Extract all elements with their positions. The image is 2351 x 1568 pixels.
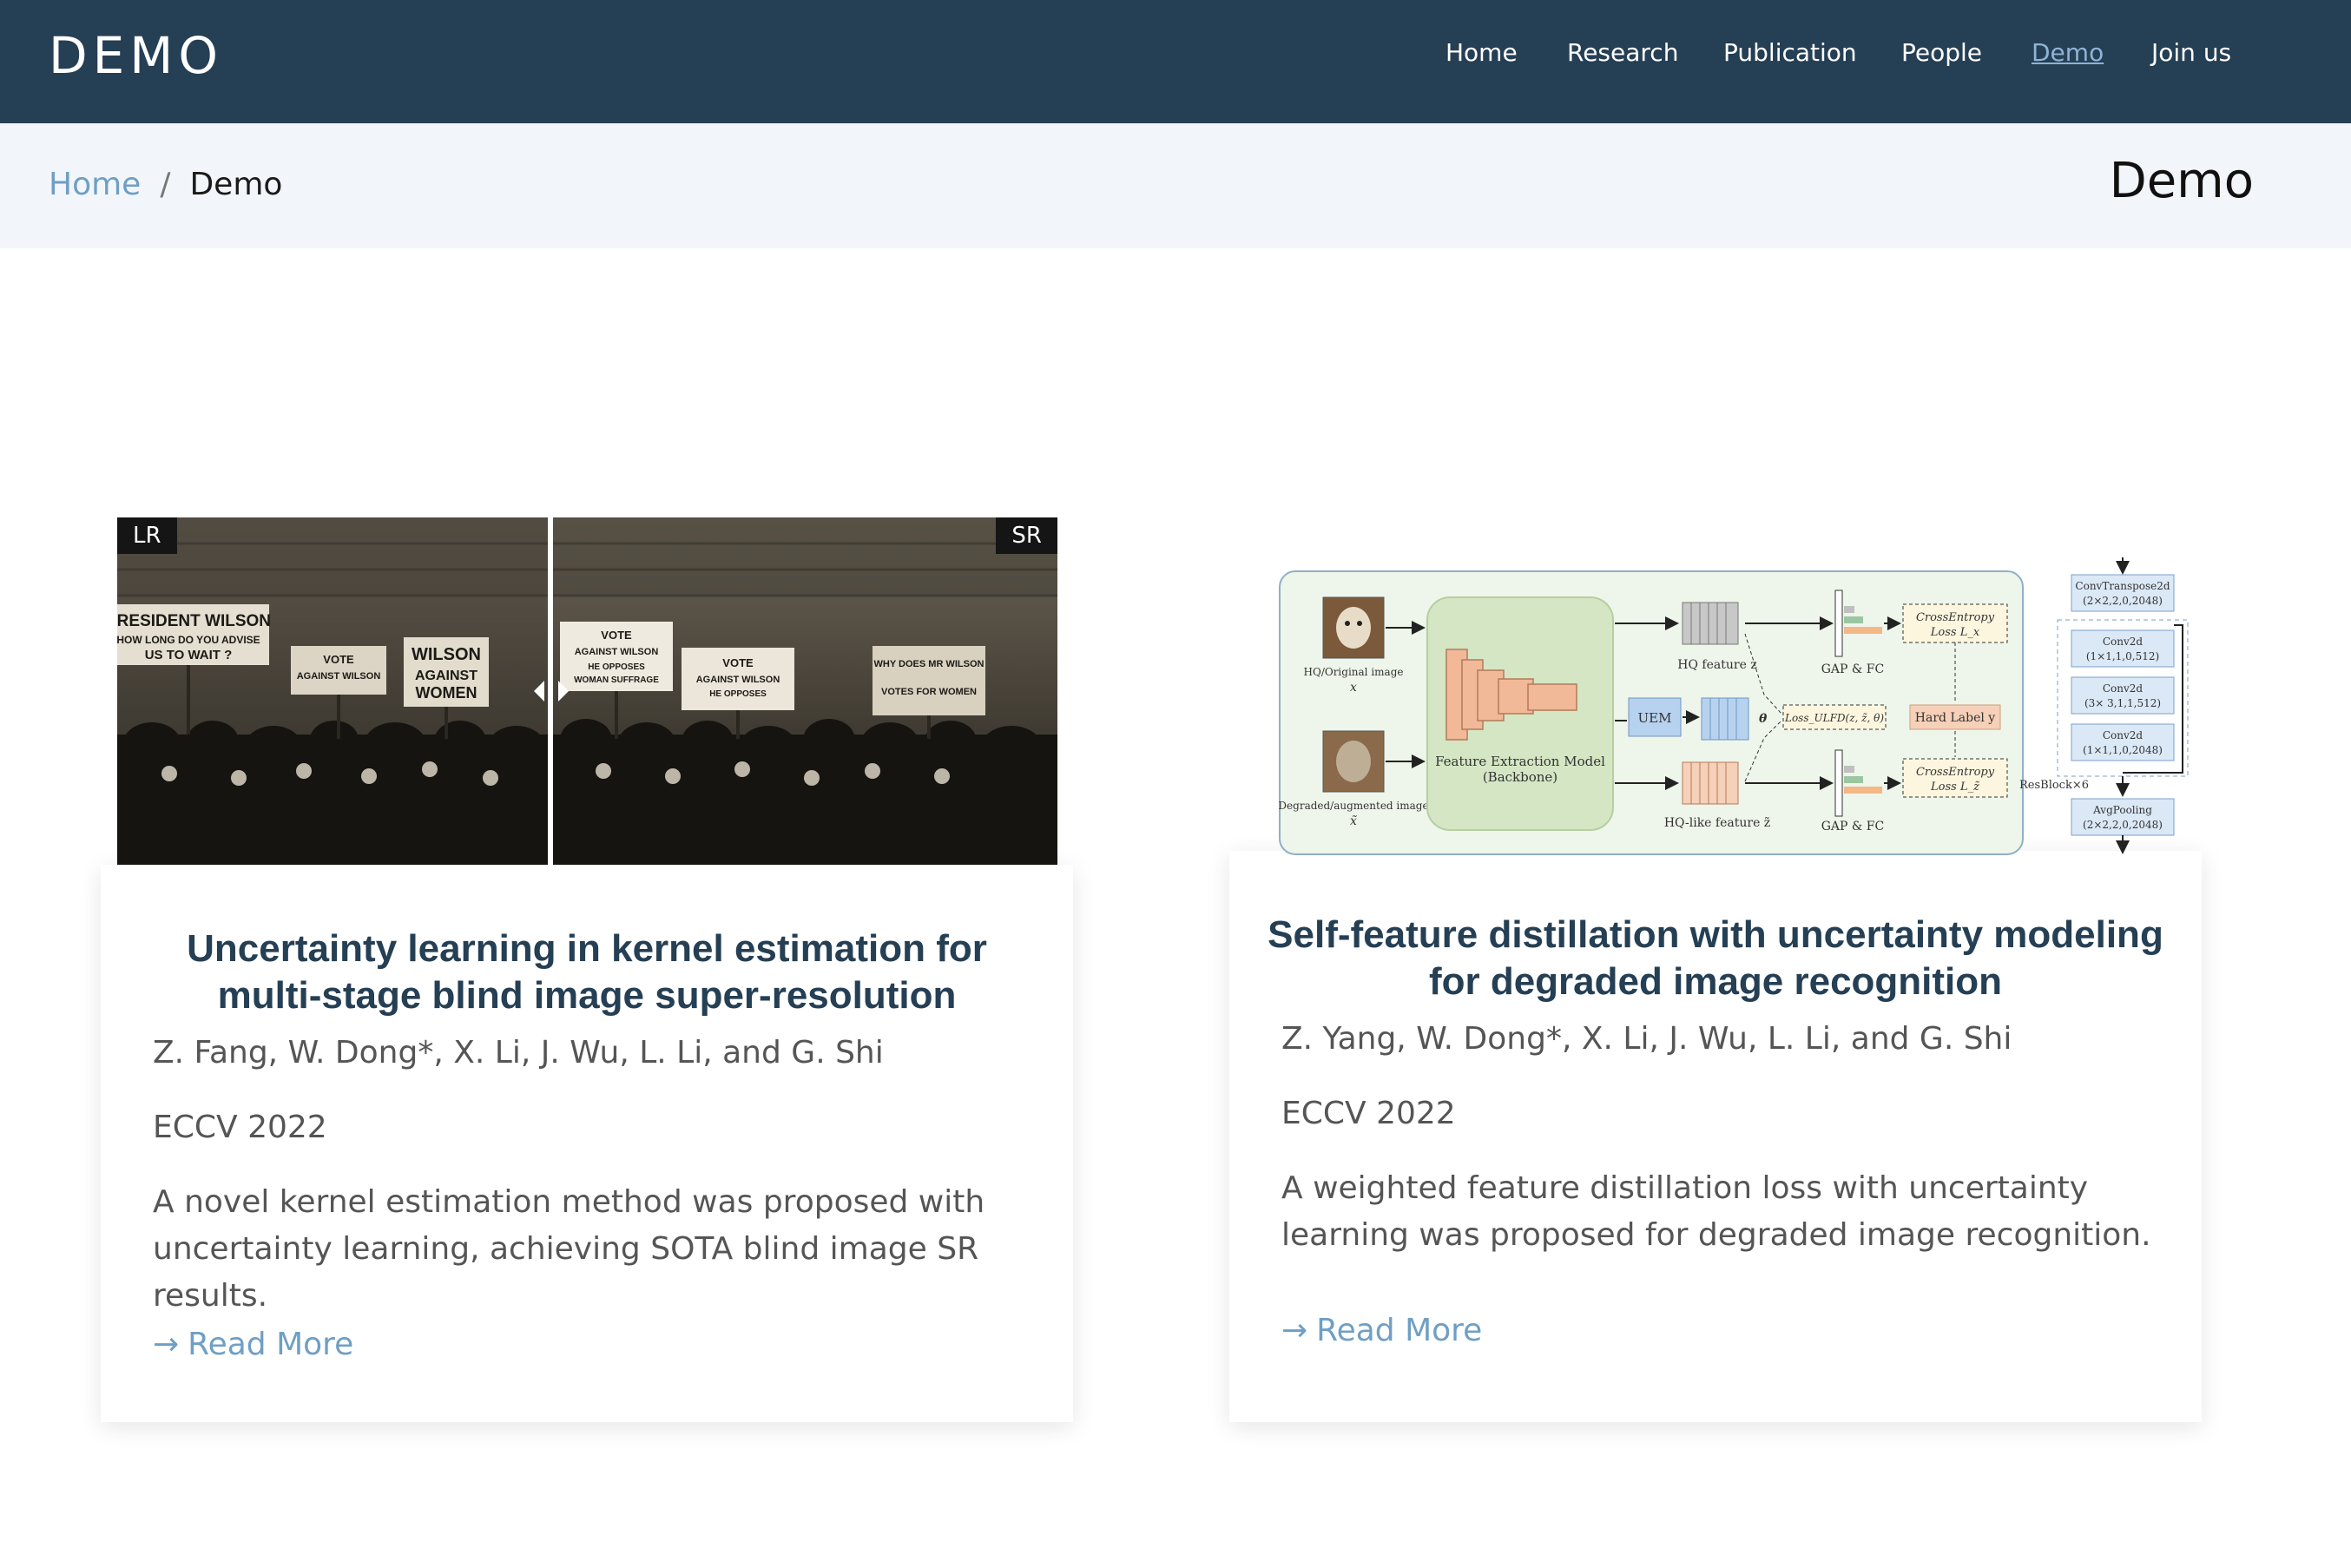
diagram-label: HQ/Original image xyxy=(1304,666,1404,678)
sign-text: HE OPPOSES xyxy=(588,662,645,672)
nav-join-us[interactable]: Join us xyxy=(2151,38,2231,67)
read-more-link[interactable]: → Read More xyxy=(153,1327,353,1362)
sign-text: VOTE xyxy=(722,656,754,669)
diagram-label: Conv2d xyxy=(2103,636,2144,648)
read-more-label: Read More xyxy=(1316,1313,1483,1348)
sign-text: VOTES FOR WOMEN xyxy=(881,687,977,697)
page-title: Demo xyxy=(2109,153,2254,209)
sign-text: VOTE xyxy=(601,629,632,642)
diagram-label: x̃ xyxy=(1350,814,1357,828)
diagram-label: (Backbone) xyxy=(1483,769,1557,785)
nav-people[interactable]: People xyxy=(1901,38,1982,67)
card-description: A novel kernel estimation method was pro… xyxy=(153,1184,985,1314)
diagram-label: ConvTranspose2d xyxy=(2075,580,2170,592)
card-authors: Z. Yang, W. Dong*, X. Li, J. Wu, L. Li, … xyxy=(1281,1021,2012,1057)
diagram-label: Degraded/augmented image xyxy=(1278,800,1428,812)
nav-home[interactable]: Home xyxy=(1446,38,1518,67)
sign-text: HE OPPOSES xyxy=(709,689,767,699)
diagram-label: (2×2,2,0,2048) xyxy=(2083,595,2163,607)
sign-text: AGAINST xyxy=(415,669,477,683)
demo-card-2: Self-feature distillation with uncertain… xyxy=(1229,851,2202,1422)
sign-text: VOTE xyxy=(323,653,354,666)
card-venue: ECCV 2022 xyxy=(1281,1096,1456,1131)
card-venue: ECCV 2022 xyxy=(153,1110,327,1145)
diagram-label: (3× 3,1,1,512) xyxy=(2084,697,2161,709)
diagram-label: Feature Extraction Model xyxy=(1435,754,1605,769)
diagram-label: CrossEntropy xyxy=(1916,766,1995,779)
protest-photo: PRESIDENT WILSON HOW LONG DO YOU ADVISE … xyxy=(117,517,1057,865)
diagram-label: Hard Label y xyxy=(1915,711,1995,725)
top-navbar: DEMO Home Research Publication People De… xyxy=(0,0,2351,123)
sign-text: WILSON xyxy=(412,645,481,664)
card-title[interactable]: Uncertainty learning in kernel estimatio… xyxy=(135,926,1038,1019)
sign-text: WOMAN SUFFRAGE xyxy=(574,675,659,685)
diagram-label: Loss_ULFD(z, z̃, θ) xyxy=(1784,712,1884,724)
sr-label: SR xyxy=(996,517,1057,554)
diagram-label: CrossEntropy xyxy=(1916,611,1995,624)
diagram-label: (2×2,2,0,2048) xyxy=(2083,819,2163,831)
sign-text: WHY DOES MR WILSON xyxy=(874,659,985,669)
sign-text: AGAINST WILSON xyxy=(575,647,659,657)
lr-label: LR xyxy=(117,517,177,554)
card-description: A weighted feature distillation loss wit… xyxy=(1281,1170,2151,1253)
diagram-label: GAP & FC xyxy=(1821,820,1885,833)
diagram-label: Loss L_x xyxy=(1930,626,1980,639)
diagram-label: (1×1,1,0,512) xyxy=(2086,650,2159,662)
diagram-label: HQ-like feature z̃ xyxy=(1664,816,1770,830)
read-more-label: Read More xyxy=(188,1327,354,1362)
breadcrumb-current: Demo xyxy=(189,167,283,202)
diagram-label: AvgPooling xyxy=(2092,804,2152,816)
lr-sr-comparison-slider[interactable]: PRESIDENT WILSON HOW LONG DO YOU ADVISE … xyxy=(117,517,1057,865)
nav-publication[interactable]: Publication xyxy=(1723,38,1857,67)
brand-logo[interactable]: DEMO xyxy=(49,26,223,85)
diagram-label: θ xyxy=(1759,712,1768,726)
diagram-label: Conv2d xyxy=(2103,682,2144,695)
diagram-label: x xyxy=(1350,681,1357,695)
arrow-right-icon: → xyxy=(153,1327,180,1362)
nav-demo[interactable]: Demo xyxy=(2032,38,2104,67)
nav-research[interactable]: Research xyxy=(1567,38,1678,67)
diagram-label: Conv2d xyxy=(2103,729,2144,741)
sign-text: PRESIDENT WILSON xyxy=(117,612,271,630)
demo-card-1: Uncertainty learning in kernel estimatio… xyxy=(101,865,1073,1422)
diagram-label: (1×1,1,0,2048) xyxy=(2083,744,2163,756)
breadcrumb: Home / Demo xyxy=(49,167,282,202)
sign-text: US TO WAIT ? xyxy=(145,648,233,662)
breadcrumb-home-link[interactable]: Home xyxy=(49,167,141,202)
diagram-label: Loss L_z̃ xyxy=(1930,781,1979,794)
breadcrumb-bar: Home / Demo Demo xyxy=(0,123,2351,248)
diagram-label: ResBlock×6 xyxy=(2019,779,2089,792)
card-authors: Z. Fang, W. Dong*, X. Li, J. Wu, L. Li, … xyxy=(153,1035,884,1071)
architecture-diagram: HQ/Original image x Degraded/augmented i… xyxy=(1276,486,2205,860)
slider-handle-icon[interactable] xyxy=(530,672,572,710)
sign-text: AGAINST WILSON xyxy=(696,675,780,685)
breadcrumb-separator: / xyxy=(160,167,171,202)
read-more-link[interactable]: → Read More xyxy=(1281,1313,1482,1348)
diagram-label: GAP & FC xyxy=(1821,662,1885,676)
sign-text: HOW LONG DO YOU ADVISE xyxy=(117,634,260,646)
arrow-right-icon: → xyxy=(1281,1313,1308,1348)
sign-text: WOMEN xyxy=(416,684,477,702)
card-title[interactable]: Self-feature distillation with uncertain… xyxy=(1264,912,2167,1005)
diagram-label: HQ feature z xyxy=(1677,658,1756,672)
sign-text: AGAINST WILSON xyxy=(297,671,381,682)
diagram-label: UEM xyxy=(1638,710,1672,726)
